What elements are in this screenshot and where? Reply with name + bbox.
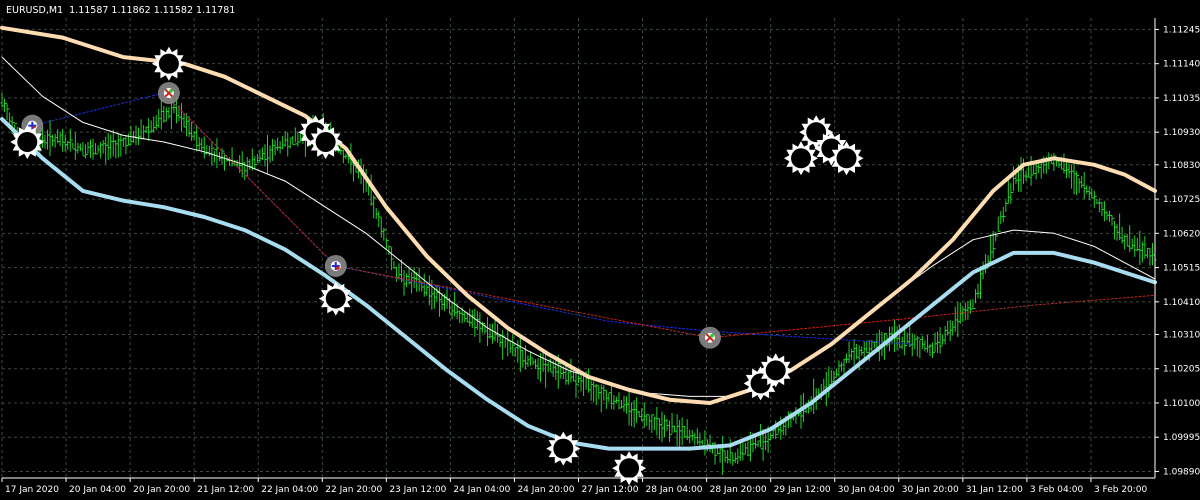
time-tick-label: 22 Jan 20:00	[325, 485, 382, 495]
time-tick-label: 24 Jan 20:00	[517, 485, 574, 495]
time-tick-label: 28 Jan 04:00	[646, 485, 703, 495]
price-tick-label: 1.10410	[1163, 298, 1200, 308]
sell-signal	[698, 326, 721, 349]
time-tick-label: 20 Jan 20:00	[133, 485, 190, 495]
time-tick-label: 27 Jan 12:00	[582, 485, 639, 495]
chart-window: 1.11245 1.11140 1.11035 1.10930 1.10830 1.107…	[0, 0, 1200, 500]
sell-signal	[157, 82, 180, 105]
chart-background	[0, 0, 1200, 500]
price-tick-label: 1.11140	[1163, 60, 1200, 70]
price-tick-label: 1.10830	[1163, 161, 1200, 171]
time-tick-label: 20 Jan 04:00	[69, 485, 126, 495]
time-tick-label: 21 Jan 12:00	[197, 485, 254, 495]
price-tick-label: 1.09995	[1163, 433, 1200, 443]
price-tick-label: 1.09890	[1163, 467, 1200, 477]
symbol-label: EURUSD,M1	[6, 5, 63, 16]
price-tick-label: 1.10100	[1163, 399, 1200, 409]
quote-label: 1.11587 1.11862 1.11582 1.11781	[69, 5, 235, 16]
price-tick-label: 1.10310	[1163, 330, 1200, 340]
price-tick-label: 1.11245	[1163, 25, 1200, 35]
price-tick-label: 1.10515	[1163, 264, 1200, 274]
time-tick-label: 23 Jan 12:00	[389, 485, 446, 495]
buy-signal	[324, 254, 347, 277]
price-tick-label: 1.10205	[1163, 365, 1200, 375]
time-tick-label: 30 Jan 20:00	[902, 485, 959, 495]
time-tick-label: 30 Jan 04:00	[838, 485, 895, 495]
time-tick-label: 3 Feb 04:00	[1030, 485, 1084, 495]
chart-header: EURUSD,M1 1.11587 1.11862 1.11582 1.11781	[6, 5, 235, 16]
price-tick-label: 1.11035	[1163, 94, 1200, 104]
time-tick-label: 28 Jan 20:00	[710, 485, 767, 495]
time-tick-label: 17 Jan 2020	[5, 485, 59, 495]
time-tick-label: 22 Jan 04:00	[261, 485, 318, 495]
price-tick-label: 1.10725	[1163, 195, 1200, 205]
time-tick-label: 29 Jan 12:00	[774, 485, 831, 495]
price-chart: 1.11245 1.11140 1.11035 1.10930 1.10830 1.107…	[0, 0, 1200, 500]
time-tick-label: 31 Jan 12:00	[966, 485, 1023, 495]
time-tick-label: 24 Jan 04:00	[453, 485, 510, 495]
time-tick-label: 3 Feb 20:00	[1094, 485, 1148, 495]
price-tick-label: 1.10620	[1163, 229, 1200, 239]
price-tick-label: 1.10930	[1163, 128, 1200, 138]
